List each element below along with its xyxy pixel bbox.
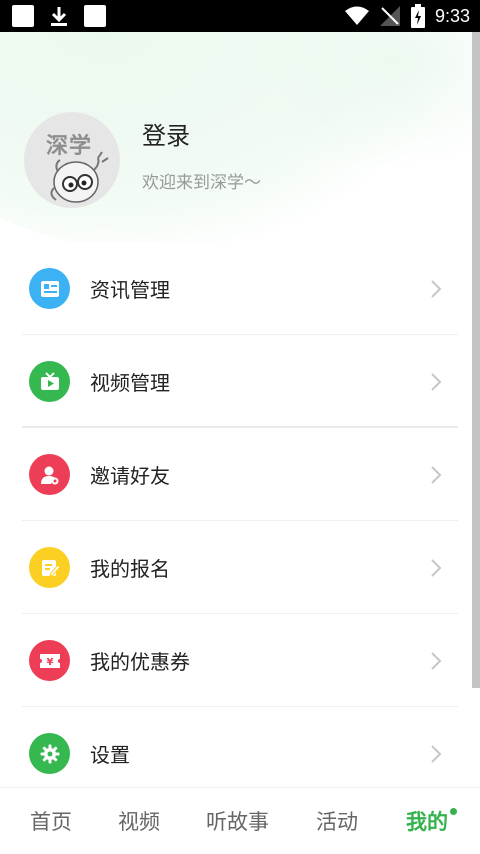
- download-icon: [51, 7, 67, 26]
- menu-item-label: 设置: [90, 743, 130, 767]
- news-icon: [29, 268, 70, 309]
- tab-activities[interactable]: 活动: [316, 806, 358, 836]
- notification-square-icon: [12, 5, 34, 27]
- menu-item-video-management[interactable]: 视频管理: [0, 335, 472, 428]
- avatar[interactable]: 深学: [24, 112, 120, 208]
- wifi-icon: [344, 6, 369, 25]
- coupon-icon: ¥: [29, 640, 70, 681]
- gear-icon: [29, 733, 70, 774]
- chevron-right-icon: [431, 744, 442, 763]
- menu-item-label: 视频管理: [90, 371, 170, 395]
- menu-item-news-management[interactable]: 资讯管理: [0, 242, 472, 335]
- status-bar-left: [12, 5, 106, 27]
- menu-item-label: 我的优惠券: [90, 650, 190, 674]
- edit-form-icon: [29, 547, 70, 588]
- welcome-text: 欢迎来到深学～: [142, 173, 261, 193]
- tv-play-icon: [29, 361, 70, 402]
- no-signal-icon: [379, 6, 400, 26]
- invite-user-icon: [29, 454, 70, 495]
- bottom-navigation: 首页 视频 听故事 活动 我的: [0, 787, 480, 854]
- tab-home[interactable]: 首页: [30, 806, 72, 836]
- battery-charging-icon: [410, 4, 425, 28]
- menu-item-label: 我的报名: [90, 557, 170, 581]
- chevron-right-icon: [431, 279, 442, 298]
- chevron-right-icon: [431, 651, 442, 670]
- menu-list: 资讯管理 视频管理 邀请好友 我的报名 ¥ 我的优惠券 设置: [0, 242, 472, 800]
- notification-square-icon: [84, 5, 106, 27]
- scrollbar[interactable]: [472, 32, 480, 688]
- tab-mine[interactable]: 我的: [406, 806, 448, 836]
- profile-header: 深学 登录 欢迎来到深学～: [0, 32, 472, 242]
- status-bar-right: 9:33: [344, 4, 470, 28]
- tab-video[interactable]: 视频: [118, 806, 160, 836]
- login-button[interactable]: 登录: [142, 116, 190, 151]
- chevron-right-icon: [431, 372, 442, 391]
- chevron-right-icon: [431, 558, 442, 577]
- notification-dot: [450, 808, 457, 815]
- menu-item-label: 资讯管理: [90, 278, 170, 302]
- svg-text:¥: ¥: [46, 657, 53, 668]
- cartoon-character-icon: [50, 151, 109, 203]
- menu-item-label: 邀请好友: [90, 464, 170, 488]
- clock: 9:33: [434, 5, 470, 26]
- menu-item-my-coupons[interactable]: ¥ 我的优惠券: [0, 614, 472, 707]
- chevron-right-icon: [431, 465, 442, 484]
- menu-item-my-registrations[interactable]: 我的报名: [0, 521, 472, 614]
- tab-stories[interactable]: 听故事: [206, 806, 269, 836]
- menu-item-invite-friends[interactable]: 邀请好友: [0, 428, 472, 521]
- status-bar: 9:33: [0, 0, 480, 32]
